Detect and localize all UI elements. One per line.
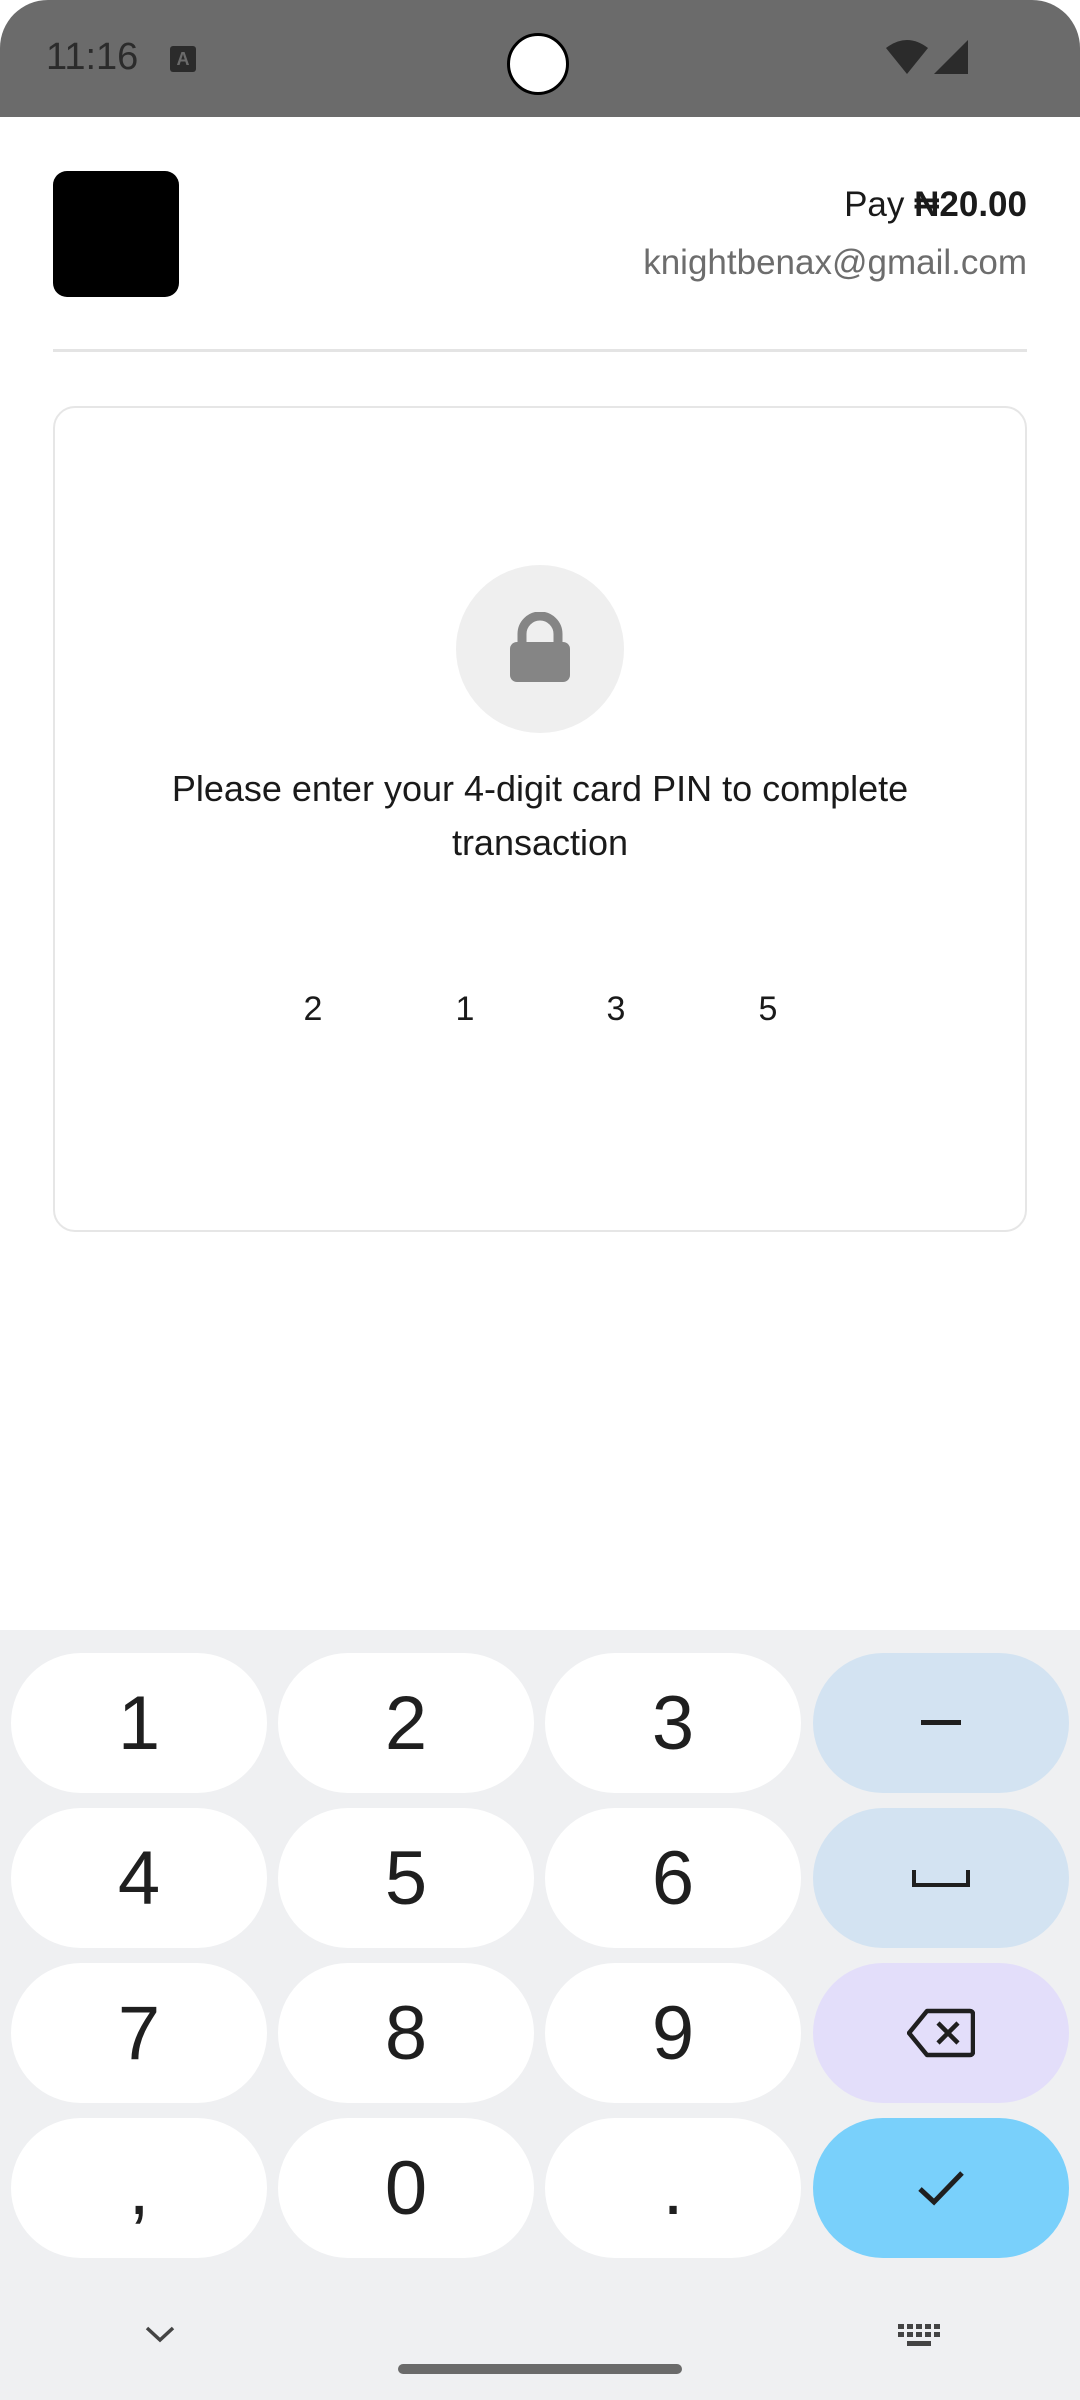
keyboard-a-icon: A xyxy=(170,46,196,72)
status-time: 11:16 xyxy=(46,36,139,78)
keyboard-switch-icon[interactable] xyxy=(898,2322,942,2350)
lock-badge xyxy=(456,565,624,733)
key-6[interactable]: 6 xyxy=(545,1808,801,1948)
pay-label: Pay xyxy=(844,185,905,224)
key-7[interactable]: 7 xyxy=(11,1963,267,2103)
minus-icon xyxy=(921,1720,961,1725)
key-1[interactable]: 1 xyxy=(11,1653,267,1793)
check-icon xyxy=(918,2171,964,2206)
key-space[interactable] xyxy=(813,1808,1069,1948)
pin-digit-4[interactable]: 5 xyxy=(748,990,788,1029)
key-done[interactable] xyxy=(813,2118,1069,2258)
key-0[interactable]: 0 xyxy=(278,2118,534,2258)
pay-amount: ₦20.00 xyxy=(914,185,1027,224)
pin-digit-2[interactable]: 1 xyxy=(445,990,485,1029)
header-divider xyxy=(53,349,1027,352)
customer-email: knightbenax@gmail.com xyxy=(643,243,1027,282)
pin-digit-1[interactable]: 2 xyxy=(293,990,333,1029)
front-camera xyxy=(507,33,569,95)
lock-icon xyxy=(510,612,570,682)
pin-digit-3[interactable]: 3 xyxy=(596,990,636,1029)
home-indicator[interactable] xyxy=(398,2364,682,2374)
key-2[interactable]: 2 xyxy=(278,1653,534,1793)
chevron-down-icon[interactable] xyxy=(143,2322,177,2346)
key-period[interactable]: . xyxy=(545,2118,801,2258)
space-icon xyxy=(912,1870,970,1887)
key-backspace[interactable] xyxy=(813,1963,1069,2103)
key-8[interactable]: 8 xyxy=(278,1963,534,2103)
pin-prompt: Please enter your 4-digit card PIN to co… xyxy=(171,768,909,863)
key-minus[interactable] xyxy=(813,1653,1069,1793)
key-3[interactable]: 3 xyxy=(545,1653,801,1793)
backspace-icon xyxy=(907,2008,975,2058)
key-4[interactable]: 4 xyxy=(11,1808,267,1948)
key-comma[interactable]: , xyxy=(11,2118,267,2258)
key-5[interactable]: 5 xyxy=(278,1808,534,1948)
signal-icon xyxy=(934,40,968,74)
wifi-icon xyxy=(886,40,928,74)
status-bar: 11:16 A xyxy=(0,0,1080,117)
merchant-logo xyxy=(53,171,179,297)
key-9[interactable]: 9 xyxy=(545,1963,801,2103)
pay-summary: Pay ₦20.00 xyxy=(844,185,1027,225)
